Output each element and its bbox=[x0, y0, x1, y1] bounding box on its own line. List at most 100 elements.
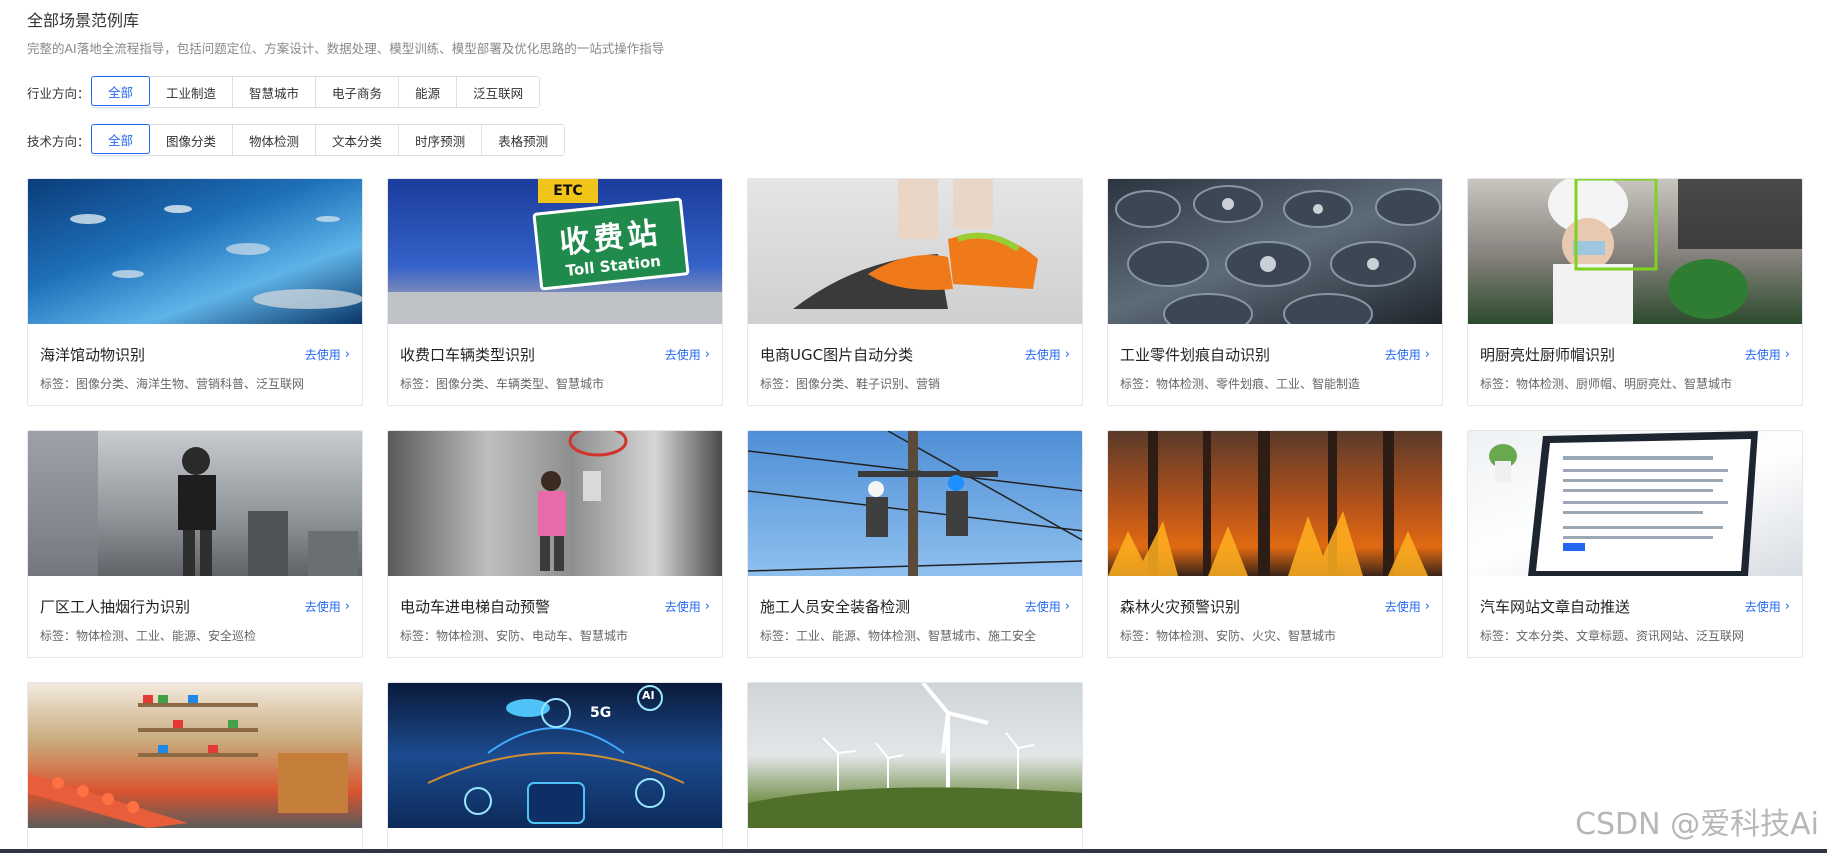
worker-smoking-image bbox=[28, 431, 362, 576]
use-link-label: 去使用 bbox=[1024, 348, 1061, 362]
scenario-card[interactable]: 工业零件划痕自动识别 去使用 › 标签：物体检测、零件划痕、工业、智能制造 bbox=[1107, 178, 1443, 406]
card-title: 汽车网站文章自动推送 bbox=[1480, 598, 1631, 616]
use-link-label: 去使用 bbox=[304, 348, 341, 362]
card-tags: 标签：图像分类、鞋子识别、营销 bbox=[760, 377, 941, 391]
card-title: 海洋馆动物识别 bbox=[40, 346, 146, 364]
scenario-card[interactable]: 汽车网站文章自动推送 去使用 › 标签：文本分类、文章标题、资讯网站、泛互联网 bbox=[1467, 430, 1803, 658]
page-title: 全部场景范例库 bbox=[27, 11, 140, 30]
watermark: CSDN @爱科技Ai bbox=[1575, 807, 1819, 842]
car-ai-label: AI bbox=[642, 689, 655, 702]
scenario-card[interactable]: 电商UGC图片自动分类 去使用 › 标签：图像分类、鞋子识别、营销 bbox=[747, 178, 1083, 406]
use-link-label: 去使用 bbox=[664, 600, 701, 614]
scenario-card[interactable]: 明厨亮灶厨师帽识别 去使用 › 标签：物体检测、厨师帽、明厨亮灶、智慧城市 bbox=[1467, 178, 1803, 406]
industrial-parts-image bbox=[1108, 179, 1442, 324]
use-link[interactable]: 去使用 › bbox=[1385, 346, 1430, 363]
worker-shapes bbox=[28, 431, 358, 576]
parts-shapes bbox=[1115, 185, 1441, 324]
tech-option-all[interactable]: 全部 bbox=[91, 124, 151, 154]
industry-filter-label: 行业方向： bbox=[27, 85, 90, 101]
industry-option-ecommerce[interactable]: 电子商务 bbox=[315, 77, 399, 107]
card-tags: 标签：工业、能源、物体检测、智慧城市、施工安全 bbox=[760, 629, 1037, 643]
toll-sign: 收费站 Toll Station bbox=[532, 197, 690, 291]
use-link-label: 去使用 bbox=[304, 600, 341, 614]
chevron-right-icon: › bbox=[1424, 347, 1430, 362]
use-link[interactable]: 去使用 › bbox=[305, 598, 350, 615]
card-title: 森林火灾预警识别 bbox=[1120, 598, 1241, 616]
card-tags: 标签：物体检测、安防、电动车、智慧城市 bbox=[400, 629, 629, 643]
card-tags: 标签：物体检测、零件划痕、工业、智能制造 bbox=[1120, 377, 1361, 391]
scenario-card[interactable]: 电动车进电梯自动预警 去使用 › 标签：物体检测、安防、电动车、智慧城市 bbox=[387, 430, 723, 658]
card-tags: 标签：物体检测、工业、能源、安全巡检 bbox=[40, 629, 257, 643]
chevron-right-icon: › bbox=[344, 599, 350, 614]
tech-filter-options: 全部 图像分类 物体检测 文本分类 时序预测 表格预测 bbox=[91, 124, 566, 156]
toll-station-image: ETC 收费站 Toll Station bbox=[388, 179, 722, 324]
chevron-right-icon: › bbox=[704, 347, 710, 362]
industry-option-smart-city[interactable]: 智慧城市 bbox=[232, 77, 316, 107]
use-link[interactable]: 去使用 › bbox=[665, 346, 710, 363]
scenario-card[interactable]: 厂区工人抽烟行为识别 去使用 › 标签：物体检测、工业、能源、安全巡检 bbox=[27, 430, 363, 658]
scenario-grid: 海洋馆动物识别 去使用 › 标签：图像分类、海洋生物、营销科普、泛互联网 ETC … bbox=[27, 178, 1803, 853]
power-line-workers-image bbox=[748, 431, 1082, 576]
use-link[interactable]: 去使用 › bbox=[305, 346, 350, 363]
industry-option-internet[interactable]: 泛互联网 bbox=[456, 77, 540, 107]
aquarium-fish-image bbox=[28, 179, 362, 324]
forest-fire-image bbox=[1108, 431, 1442, 576]
turbine-shapes bbox=[748, 683, 1082, 828]
scenario-card[interactable]: ETC 收费站 Toll Station 收费口车辆类型识别 去使用 › 标签：图… bbox=[387, 178, 723, 406]
scenario-card[interactable]: 森林火灾预警识别 去使用 › 标签：物体检测、安防、火灾、智慧城市 bbox=[1107, 430, 1443, 658]
use-link[interactable]: 去使用 › bbox=[1025, 598, 1070, 615]
wind-turbines-image bbox=[748, 683, 1082, 828]
tech-option-time-series[interactable]: 时序预测 bbox=[398, 125, 482, 155]
industry-option-manufacturing[interactable]: 工业制造 bbox=[149, 77, 233, 107]
article-screen-image bbox=[1468, 431, 1802, 576]
chevron-right-icon: › bbox=[1064, 599, 1070, 614]
sneakers-image bbox=[748, 179, 1082, 324]
tech-filter: 技术方向： 全部 图像分类 物体检测 文本分类 时序预测 表格预测 bbox=[27, 124, 566, 156]
card-title: 厂区工人抽烟行为识别 bbox=[40, 598, 191, 616]
card-title: 电动车进电梯自动预警 bbox=[400, 598, 551, 616]
card-title: 施工人员安全装备检测 bbox=[760, 598, 911, 616]
use-link[interactable]: 去使用 › bbox=[1745, 346, 1790, 363]
use-link[interactable]: 去使用 › bbox=[1385, 598, 1430, 615]
card-title: 收费口车辆类型识别 bbox=[400, 346, 536, 364]
use-link-label: 去使用 bbox=[664, 348, 701, 362]
elevator-ebike-image bbox=[388, 431, 722, 576]
chef-shapes bbox=[1548, 179, 1802, 324]
chevron-right-icon: › bbox=[1064, 347, 1070, 362]
fish-shapes bbox=[70, 205, 362, 309]
elevator-shapes bbox=[538, 431, 628, 571]
industry-option-energy[interactable]: 能源 bbox=[398, 77, 457, 107]
car-5g-label: 5G bbox=[590, 705, 612, 721]
toll-building bbox=[388, 292, 722, 324]
scenario-card[interactable] bbox=[747, 682, 1083, 853]
use-link-label: 去使用 bbox=[1384, 348, 1421, 362]
tech-filter-label: 技术方向： bbox=[27, 133, 90, 149]
tech-option-image-classification[interactable]: 图像分类 bbox=[149, 125, 233, 155]
chevron-right-icon: › bbox=[1424, 599, 1430, 614]
card-tags: 标签：图像分类、车辆类型、智慧城市 bbox=[400, 377, 605, 391]
sneaker-shapes bbox=[793, 179, 1038, 309]
tech-option-text-classification[interactable]: 文本分类 bbox=[315, 125, 399, 155]
chevron-right-icon: › bbox=[344, 347, 350, 362]
use-link[interactable]: 去使用 › bbox=[665, 598, 710, 615]
power-shapes bbox=[748, 431, 1082, 576]
use-link[interactable]: 去使用 › bbox=[1025, 346, 1070, 363]
scenario-card[interactable]: 5G AI bbox=[387, 682, 723, 853]
scenario-card[interactable] bbox=[27, 682, 363, 853]
industry-filter: 行业方向： 全部 工业制造 智慧城市 电子商务 能源 泛互联网 bbox=[27, 76, 541, 108]
industry-filter-options: 全部 工业制造 智慧城市 电子商务 能源 泛互联网 bbox=[91, 76, 541, 108]
use-link-label: 去使用 bbox=[1384, 600, 1421, 614]
card-tags: 标签：图像分类、海洋生物、营销科普、泛互联网 bbox=[40, 377, 305, 391]
tech-option-object-detection[interactable]: 物体检测 bbox=[232, 125, 316, 155]
chevron-right-icon: › bbox=[1784, 347, 1790, 362]
chevron-right-icon: › bbox=[1784, 599, 1790, 614]
chef-kitchen-image bbox=[1468, 179, 1802, 324]
scenario-card[interactable]: 施工人员安全装备检测 去使用 › 标签：工业、能源、物体检测、智慧城市、施工安全 bbox=[747, 430, 1083, 658]
scenario-card[interactable]: 海洋馆动物识别 去使用 › 标签：图像分类、海洋生物、营销科普、泛互联网 bbox=[27, 178, 363, 406]
tech-option-tabular[interactable]: 表格预测 bbox=[481, 125, 565, 155]
page-subtitle: 完整的AI落地全流程指导，包括问题定位、方案设计、数据处理、模型训练、模型部署及… bbox=[27, 41, 665, 56]
smart-car-image: 5G AI bbox=[388, 683, 722, 828]
industry-option-all[interactable]: 全部 bbox=[91, 76, 151, 106]
card-tags: 标签：文本分类、文章标题、资讯网站、泛互联网 bbox=[1480, 629, 1745, 643]
use-link[interactable]: 去使用 › bbox=[1745, 598, 1790, 615]
